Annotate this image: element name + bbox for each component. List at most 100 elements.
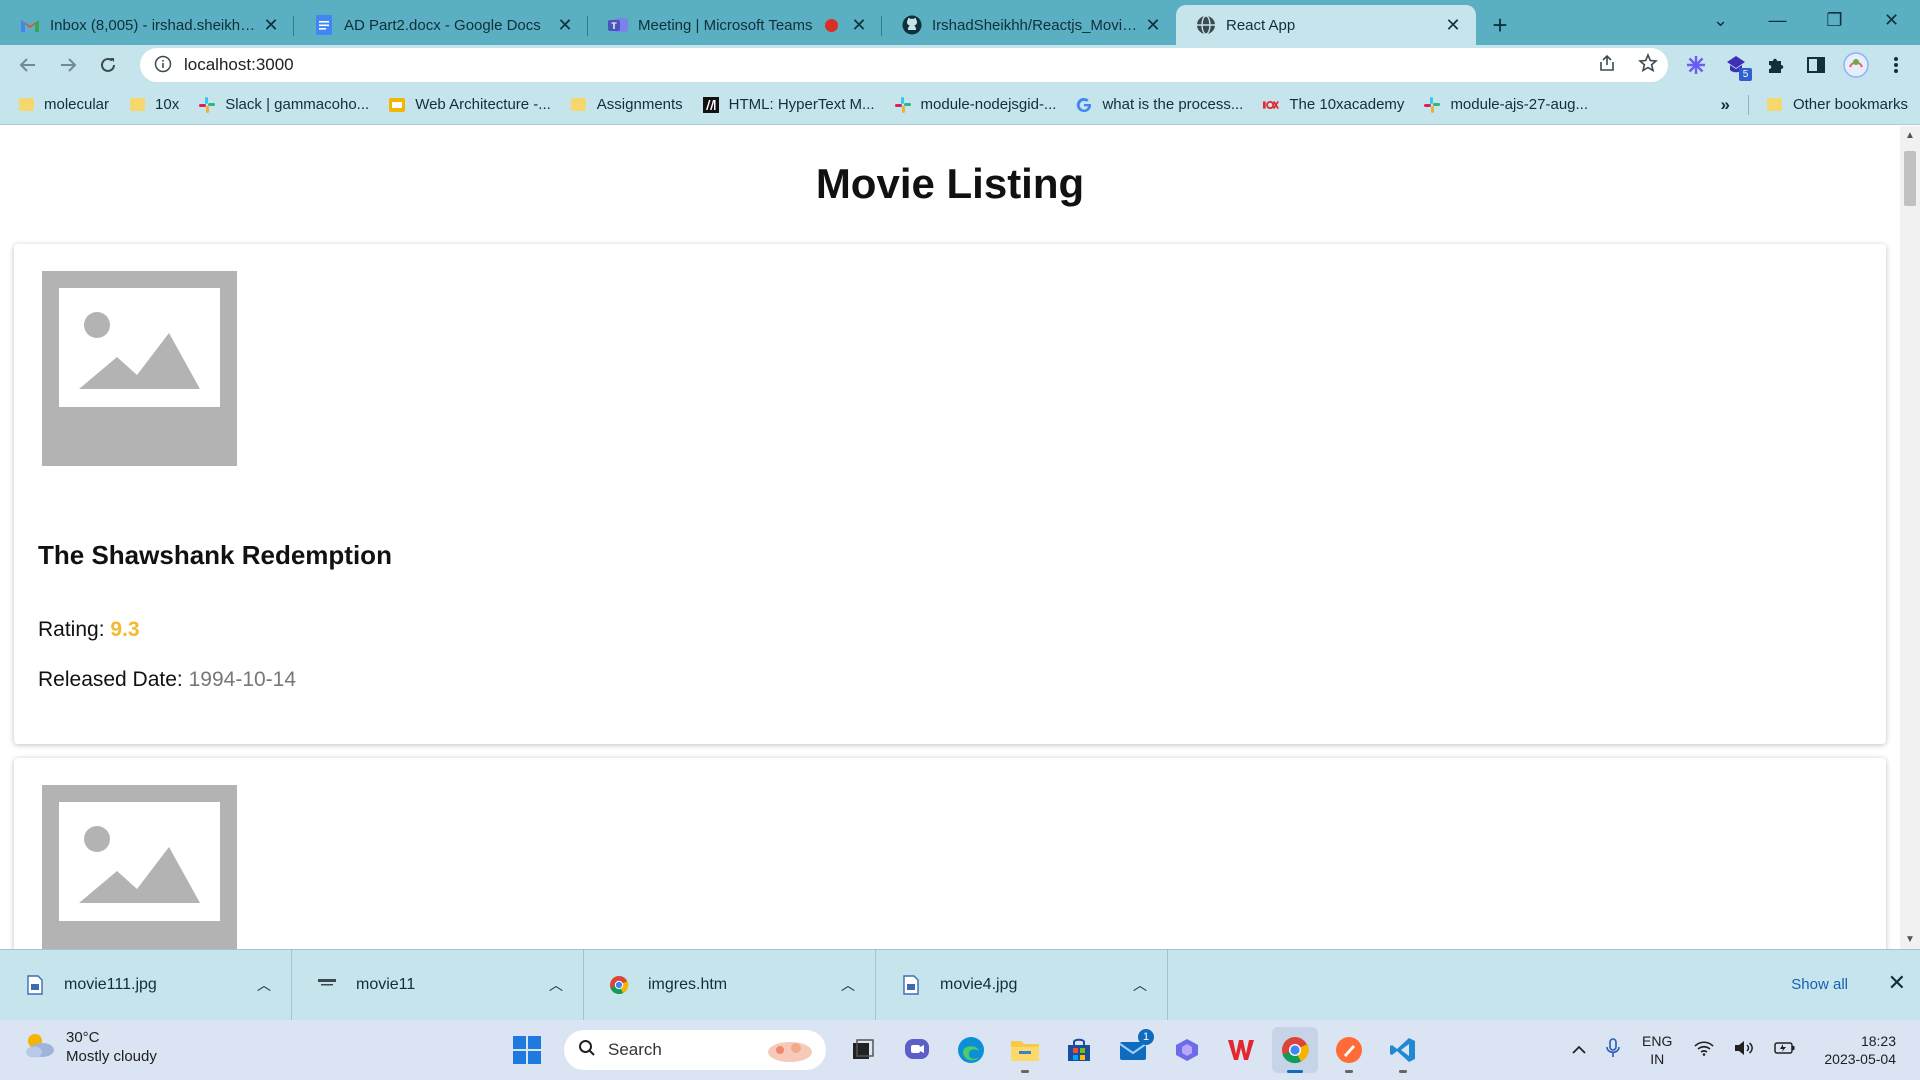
system-tray: ENG IN 18:23 2023-05-04	[1562, 1020, 1920, 1080]
bookmark-star-icon[interactable]	[1638, 52, 1658, 78]
scroll-down-icon[interactable]: ▼	[1905, 934, 1915, 945]
chrome-icon[interactable]	[1272, 1027, 1318, 1073]
language-indicator[interactable]: ENG IN	[1642, 1032, 1672, 1068]
rating-value: 9.3	[110, 618, 140, 641]
extension-count-badge: 5	[1739, 68, 1752, 81]
language-code: ENG	[1642, 1033, 1673, 1049]
side-panel-icon[interactable]	[1796, 45, 1836, 85]
bookmark-item[interactable]: Assignments	[561, 96, 693, 113]
postman-icon[interactable]	[1326, 1027, 1372, 1073]
file-explorer-icon[interactable]	[1002, 1027, 1048, 1073]
teams-chat-icon[interactable]	[894, 1027, 940, 1073]
bookmark-divider	[1747, 94, 1749, 115]
show-all-downloads-button[interactable]: Show all	[1779, 972, 1860, 997]
battery-icon[interactable]	[1774, 1041, 1796, 1059]
download-item[interactable]: movie11 ︿	[292, 949, 584, 1021]
image-file-icon	[900, 974, 922, 996]
extensions-puzzle-icon[interactable]	[1756, 45, 1796, 85]
other-bookmarks[interactable]: Other bookmarks	[1757, 96, 1920, 113]
tab-gmail[interactable]: Inbox (8,005) - irshad.sheikhh@gmail.com…	[0, 5, 294, 45]
download-name: movie4.jpg	[940, 976, 1018, 993]
close-window-icon[interactable]: ✕	[1863, 0, 1920, 40]
more-menu-icon[interactable]	[1876, 45, 1916, 85]
minimize-icon[interactable]: —	[1749, 0, 1806, 40]
tab-react-app[interactable]: React App ✕	[1176, 5, 1476, 45]
close-icon[interactable]: ✕	[850, 16, 868, 34]
copilot-icon[interactable]	[1164, 1027, 1210, 1073]
taskbar-apps: Search 1	[500, 1020, 1430, 1080]
bookmark-item[interactable]: The 10xacademy	[1253, 96, 1414, 113]
taskbar-search[interactable]: Search	[564, 1030, 826, 1070]
folder-icon	[1767, 97, 1783, 113]
download-name: imgres.htm	[648, 976, 728, 993]
share-icon[interactable]	[1598, 54, 1616, 77]
tab-title: AD Part2.docx - Google Docs	[344, 16, 541, 34]
extension-badge-icon[interactable]: 5	[1716, 45, 1756, 85]
bookmark-item[interactable]: module-nodejsgid-...	[885, 96, 1067, 113]
slides-icon	[389, 97, 406, 113]
back-icon[interactable]	[8, 45, 48, 85]
close-icon[interactable]: ✕	[1444, 16, 1462, 34]
download-name: movie11	[356, 976, 416, 993]
forward-icon[interactable]	[48, 45, 88, 85]
bookmark-item[interactable]: what is the process...	[1066, 96, 1253, 113]
slack-icon	[894, 96, 911, 113]
date: 2023-05-04	[1824, 1051, 1896, 1067]
close-icon[interactable]: ✕	[1144, 16, 1162, 34]
tab-github[interactable]: IrshadSheikhh/Reactjs_MovieListing ✕	[882, 5, 1176, 45]
windows-start-icon[interactable]	[504, 1027, 550, 1073]
download-item[interactable]: movie111.jpg ︿	[0, 949, 292, 1021]
more-bookmarks-button[interactable]: »	[1710, 95, 1739, 115]
edge-icon[interactable]	[948, 1027, 994, 1073]
extension-snowflake-icon[interactable]	[1676, 45, 1716, 85]
vscode-icon[interactable]	[1380, 1027, 1426, 1073]
gmail-icon	[20, 15, 40, 35]
weather-widget[interactable]: 30°C Mostly cloudy	[22, 1028, 157, 1066]
search-highlight-icon	[760, 1036, 816, 1069]
clock[interactable]: 18:23 2023-05-04	[1824, 1032, 1896, 1068]
page-scrollbar[interactable]: ▲ ▼	[1900, 126, 1920, 949]
chevron-up-icon[interactable]: ︿	[1133, 975, 1147, 995]
bookmark-label: The 10xacademy	[1289, 96, 1405, 113]
wifi-icon[interactable]	[1694, 1040, 1714, 1060]
volume-icon[interactable]	[1734, 1040, 1754, 1060]
profile-avatar-icon[interactable]	[1836, 45, 1876, 85]
wps-office-icon[interactable]	[1218, 1027, 1264, 1073]
tab-strip: Inbox (8,005) - irshad.sheikhh@gmail.com…	[0, 0, 1920, 45]
bookmark-item[interactable]: Slack | gammacoho...	[189, 96, 379, 113]
tab-search-icon[interactable]: ⌄	[1692, 0, 1749, 40]
chevron-up-icon[interactable]: ︿	[549, 975, 563, 995]
chevron-up-icon[interactable]: ︿	[257, 975, 271, 995]
address-bar[interactable]: localhost:3000	[140, 48, 1668, 82]
downloads-bar: movie111.jpg ︿ movie11 ︿ imgres.htm ︿ mo…	[0, 949, 1920, 1021]
bookmark-item[interactable]: molecular	[0, 96, 119, 113]
bookmark-item[interactable]: Web Architecture -...	[379, 96, 561, 113]
download-item[interactable]: movie4.jpg ︿	[876, 949, 1168, 1021]
close-icon[interactable]: ✕	[262, 16, 280, 34]
scroll-up-icon[interactable]: ▲	[1905, 130, 1915, 141]
tab-teams[interactable]: T Meeting | Microsoft Teams ✕	[588, 5, 882, 45]
bookmark-item[interactable]: 10x	[119, 96, 189, 113]
task-view-icon[interactable]	[840, 1027, 886, 1073]
github-icon	[902, 15, 922, 35]
microphone-icon[interactable]	[1606, 1038, 1620, 1062]
close-icon[interactable]: ✕	[1888, 970, 1906, 996]
bookmark-item[interactable]: HTML: HyperText M...	[693, 96, 885, 113]
tab-google-docs[interactable]: AD Part2.docx - Google Docs ✕	[294, 5, 588, 45]
site-info-icon[interactable]	[154, 55, 174, 75]
bookmark-item[interactable]: module-ajs-27-aug...	[1414, 96, 1598, 113]
tab-title: React App	[1226, 16, 1296, 34]
chevron-up-icon[interactable]	[1572, 1042, 1586, 1059]
download-item[interactable]: imgres.htm ︿	[584, 949, 876, 1021]
microsoft-store-icon[interactable]	[1056, 1027, 1102, 1073]
reload-icon[interactable]	[88, 45, 128, 85]
restore-icon[interactable]: ❐	[1806, 0, 1863, 40]
close-icon[interactable]: ✕	[556, 16, 574, 34]
scroll-thumb[interactable]	[1904, 151, 1916, 206]
image-placeholder-icon	[42, 785, 237, 949]
url-text: localhost:3000	[184, 55, 294, 74]
mail-icon[interactable]: 1	[1110, 1027, 1156, 1073]
chevron-up-icon[interactable]: ︿	[841, 975, 855, 995]
new-tab-button[interactable]: +	[1482, 5, 1518, 45]
bookmark-label: Web Architecture -...	[415, 96, 551, 113]
